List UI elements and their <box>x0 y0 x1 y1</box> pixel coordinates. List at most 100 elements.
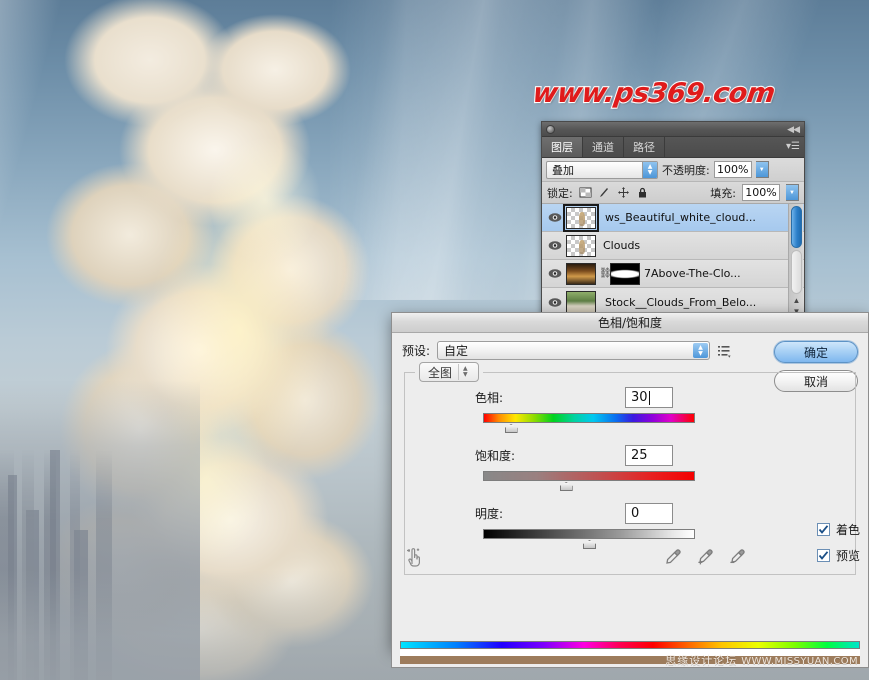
preset-menu-icon[interactable] <box>717 343 733 359</box>
lightness-track[interactable] <box>483 529 695 539</box>
saturation-label: 饱和度: <box>475 449 516 463</box>
eye-icon[interactable] <box>544 212 566 223</box>
tab-channels[interactable]: 通道 <box>583 137 624 157</box>
preview-checkbox-row[interactable]: 预览 <box>816 547 860 564</box>
lock-label: 锁定: <box>547 186 573 200</box>
watermark-ps369: www.ps369.com <box>530 77 778 110</box>
page-title: 色相/饱和度 <box>597 316 663 330</box>
edit-range-select[interactable]: 全图 ▲ ▼ <box>419 362 479 382</box>
preset-spinner-icon[interactable]: ▲ ▼ <box>693 343 709 358</box>
saturation-slider-top: 饱和度: 25 <box>419 445 841 466</box>
fill-value: 100% <box>745 186 777 199</box>
opacity-input[interactable]: 100% <box>713 161 752 178</box>
hue-label: 色相: <box>475 391 504 405</box>
lightness-value: 0 <box>631 506 640 521</box>
hue-slider-block: 色相: 30 <box>419 387 841 433</box>
eyedropper-icon[interactable] <box>664 548 682 571</box>
edit-range-spinner-icon[interactable]: ▲ ▼ <box>458 364 468 380</box>
lightness-slider-top: 明度: 0 <box>419 503 841 524</box>
eye-icon[interactable] <box>544 268 566 279</box>
preset-select[interactable]: 自定 ▲ ▼ <box>437 341 711 360</box>
lock-position-icon[interactable] <box>617 186 630 199</box>
eyedropper-add-icon[interactable] <box>696 548 714 571</box>
hue-input[interactable]: 30 <box>625 387 673 408</box>
on-image-adjust-hand-icon[interactable] <box>405 547 423 572</box>
preset-label: 预设: <box>402 344 431 358</box>
ok-button-label: 确定 <box>803 345 828 360</box>
layer-list-scrollbar[interactable]: ▲ ▼ <box>788 204 803 318</box>
fill-input[interactable]: 100% <box>742 184 780 201</box>
scrollbar-track[interactable] <box>791 250 802 294</box>
hue-slider-top: 色相: 30 <box>419 387 841 408</box>
saturation-track-wrap[interactable] <box>483 471 695 491</box>
hue-saturation-dialog[interactable]: 色相/饱和度 预设: 自定 ▲ ▼ 确定 取消 全图 ▲ ▼ 色相: 30 饱和… <box>391 312 869 649</box>
panel-menu-icon[interactable]: ▾☰ <box>786 141 800 153</box>
footer-credit: 思缘设计论坛 WWW.MISSYUAN.COM <box>665 652 858 668</box>
preview-label: 预览 <box>835 549 860 563</box>
layer-mask-link-icon[interactable]: ⛓ <box>599 268 612 279</box>
dialog-body: 预设: 自定 ▲ ▼ 确定 取消 全图 ▲ ▼ 色相: 30 饱和度: 25 明… <box>392 333 868 583</box>
lightness-track-wrap[interactable] <box>483 529 695 549</box>
opacity-dropdown-icon[interactable]: ▼ <box>755 161 769 178</box>
lightness-slider-block: 明度: 0 <box>419 503 841 549</box>
panel-close-dot-icon[interactable] <box>546 125 555 134</box>
lock-image-icon[interactable] <box>598 186 611 199</box>
colorize-checkbox-row[interactable]: 着色 <box>816 521 860 538</box>
tab-layers-label: 图层 <box>551 141 573 154</box>
preset-value: 自定 <box>444 344 469 358</box>
lightness-label: 明度: <box>475 507 504 521</box>
edit-range-value: 全图 <box>428 365 453 380</box>
tab-paths[interactable]: 路径 <box>624 137 665 157</box>
layer-mask-thumbnail[interactable] <box>610 262 640 285</box>
eye-icon[interactable] <box>544 240 566 251</box>
scrollbar-thumb[interactable] <box>791 206 802 248</box>
saturation-slider-thumb[interactable] <box>559 482 573 491</box>
lightness-input[interactable]: 0 <box>625 503 673 524</box>
list-item: Stock__Clouds_From_Belo... <box>605 295 757 309</box>
saturation-input[interactable]: 25 <box>625 445 673 466</box>
eyedropper-subtract-icon[interactable] <box>728 548 746 571</box>
panel-titlebar[interactable]: ◀◀ <box>542 122 804 137</box>
footer-site-cn: 思缘设计论坛 <box>665 654 738 667</box>
panel-body: 叠加 ▲ ▼ 不透明度: 100% ▼ 锁定: 填充: 100% ▼ ws_Be… <box>542 158 804 318</box>
saturation-slider-block: 饱和度: 25 <box>419 445 841 491</box>
hue-track[interactable] <box>483 413 695 423</box>
scroll-up-arrow-icon[interactable]: ▲ <box>791 295 802 306</box>
table-row[interactable]: ⛓ 7Above-The-Clo... <box>542 260 804 288</box>
blend-mode-select[interactable]: 叠加 ▲ ▼ <box>546 160 658 179</box>
layer-thumbnail[interactable] <box>566 291 596 313</box>
dialog-titlebar[interactable]: 色相/饱和度 <box>392 313 868 333</box>
tab-paths-label: 路径 <box>633 141 655 154</box>
layer-thumbnail[interactable] <box>566 262 596 285</box>
layer-thumbnail[interactable] <box>563 204 599 232</box>
dialog-bottom-row: 着色 预览 <box>392 523 868 583</box>
lock-all-icon[interactable] <box>636 186 649 199</box>
tab-layers[interactable]: 图层 <box>542 137 583 157</box>
ok-button[interactable]: 确定 <box>774 341 858 363</box>
fill-label: 填充: <box>710 186 736 200</box>
dialog-checkbox-group: 着色 预览 <box>816 521 860 564</box>
preview-checkbox[interactable] <box>816 549 830 562</box>
panel-tab-bar[interactable]: 图层 通道 路径 ▾☰ <box>542 137 804 158</box>
table-row[interactable]: ws_Beautiful_white_cloud... <box>542 204 804 232</box>
lock-row: 锁定: 填充: 100% ▼ <box>542 182 804 204</box>
fill-dropdown-icon[interactable]: ▼ <box>786 184 799 201</box>
opacity-value: 100% <box>716 163 749 176</box>
blend-mode-spinner-icon[interactable]: ▲ ▼ <box>642 161 657 178</box>
tab-channels-label: 通道 <box>592 141 614 154</box>
range-select-wrap: 全图 ▲ ▼ <box>415 362 483 382</box>
table-row[interactable]: Clouds <box>542 232 804 260</box>
eyedropper-group <box>664 548 746 571</box>
list-item: Clouds <box>603 239 641 252</box>
saturation-value: 25 <box>631 448 648 463</box>
hue-slider-thumb[interactable] <box>504 424 518 433</box>
collapse-arrows-icon[interactable]: ◀◀ <box>787 124 800 135</box>
hue-track-wrap[interactable] <box>483 413 695 433</box>
layer-list[interactable]: ws_Beautiful_white_cloud... Clouds ⛓ 7Ab… <box>542 204 804 318</box>
colorize-checkbox[interactable] <box>816 523 830 536</box>
eye-icon[interactable] <box>544 297 566 308</box>
layer-thumbnail[interactable] <box>566 234 596 257</box>
saturation-track[interactable] <box>483 471 695 481</box>
layers-panel[interactable]: ◀◀ 图层 通道 路径 ▾☰ 叠加 ▲ ▼ 不透明度: 100% ▼ 锁定: 填… <box>541 121 805 320</box>
lock-transparent-icon[interactable] <box>579 186 592 199</box>
